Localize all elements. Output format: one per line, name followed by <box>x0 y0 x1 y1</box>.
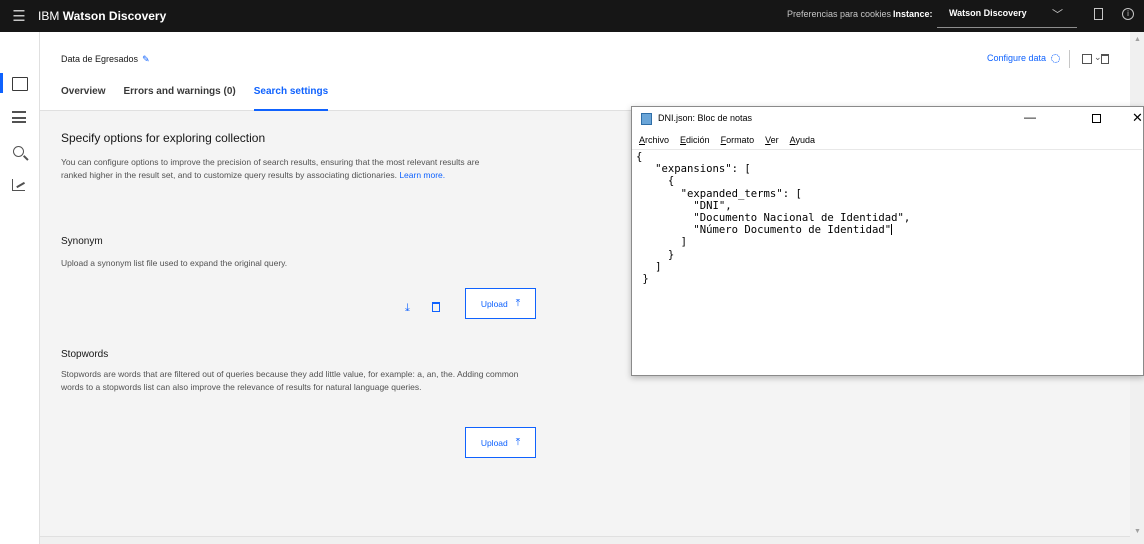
instance-select[interactable]: Watson Discovery ﹀ <box>937 4 1077 28</box>
notepad-title-bar[interactable]: DNI.json: Bloc de notas — ✕ <box>632 107 1144 131</box>
edit-pencil-icon[interactable]: ✎ <box>142 54 150 64</box>
json-text: { "expansions": [ { "expanded_terms": [ … <box>636 151 911 237</box>
info-icon[interactable]: i <box>1122 8 1134 20</box>
notepad-title: DNI.json: Bloc de notas <box>658 113 753 123</box>
gear-icon <box>1051 54 1061 64</box>
query-builder-icon[interactable] <box>12 111 26 123</box>
synonym-title: Synonym <box>61 236 103 247</box>
menu-edicion[interactable]: Edición <box>680 135 710 145</box>
brand-prefix: IBM <box>38 9 60 23</box>
scroll-up-icon[interactable]: ▲ <box>1134 36 1141 43</box>
trash-icon[interactable] <box>1101 54 1109 64</box>
divider <box>1069 50 1070 68</box>
cookie-preferences-link[interactable]: Preferencias para cookies <box>787 9 891 19</box>
synonym-description: Upload a synonym list file used to expan… <box>61 258 288 268</box>
search-icon[interactable] <box>13 146 24 157</box>
stopwords-title: Stopwords <box>61 349 109 360</box>
top-bar: ☰ IBM Watson Discovery Preferencias para… <box>0 0 1144 32</box>
menu-ayuda[interactable]: Ayuda <box>790 135 815 145</box>
notepad-content[interactable]: { "expansions": [ { "expanded_terms": [ … <box>636 151 910 285</box>
side-nav <box>0 32 40 544</box>
maximize-icon[interactable] <box>1092 114 1101 123</box>
text-cursor <box>891 224 893 236</box>
page-description: You can configure options to improve the… <box>61 156 481 182</box>
notepad-icon <box>641 113 652 125</box>
product-brand[interactable]: IBM Watson Discovery <box>38 9 166 23</box>
notepad-text-area[interactable]: { "expansions": [ { "expanded_terms": [ … <box>632 149 1142 375</box>
hamburger-menu-icon[interactable]: ☰ <box>0 7 38 25</box>
upload-icon: ⤒ <box>515 298 521 309</box>
menu-archivo[interactable]: Archivo <box>639 135 669 145</box>
instance-label: Instance: <box>893 9 933 19</box>
menu-formato[interactable]: Formato <box>721 135 755 145</box>
minimize-icon[interactable]: — <box>1024 110 1036 124</box>
collection-name-text: Data de Egresados <box>61 54 139 64</box>
scroll-down-icon[interactable]: ▼ <box>1134 528 1141 535</box>
stopwords-description: Stopwords are words that are filtered ou… <box>61 369 519 392</box>
configure-data-link[interactable]: Configure data <box>987 53 1061 64</box>
trash-icon[interactable] <box>432 302 440 312</box>
upload-icon: ⤒ <box>515 437 521 448</box>
menu-ver[interactable]: Ver <box>765 135 779 145</box>
active-indicator <box>0 73 3 93</box>
upload-label: Upload <box>480 298 508 309</box>
notepad-window[interactable]: DNI.json: Bloc de notas — ✕ Archivo Edic… <box>631 106 1144 376</box>
horizontal-scrollbar[interactable] <box>40 536 1130 544</box>
stopwords-upload-button[interactable]: Upload ⤒ <box>465 427 536 458</box>
collection-options-icon[interactable] <box>1082 54 1092 64</box>
tab-bar: Overview Errors and warnings (0) Search … <box>61 86 346 111</box>
close-icon[interactable]: ✕ <box>1132 110 1143 126</box>
upload-label: Upload <box>480 437 508 448</box>
tab-search-settings[interactable]: Search settings <box>253 86 329 111</box>
notepad-menu-bar: Archivo Edición Formato Ver Ayuda <box>632 131 1144 149</box>
chart-icon[interactable] <box>12 179 25 191</box>
brand-name: Watson Discovery <box>62 9 167 23</box>
json-text-tail: ] } ] } <box>642 236 688 286</box>
collection-name: Data de Egresados ✎ <box>61 54 150 65</box>
page-title: Specify options for exploring collection <box>61 131 266 145</box>
configure-data-label: Configure data <box>987 53 1047 63</box>
instance-value: Watson Discovery <box>949 8 1027 18</box>
collection-header: Data de Egresados ✎ Overview Errors and w… <box>40 32 1130 111</box>
document-icon[interactable] <box>1094 8 1103 20</box>
tab-errors-and-warnings[interactable]: Errors and warnings (0) <box>123 86 235 111</box>
learn-more-link[interactable]: Learn more. <box>399 170 445 180</box>
download-icon[interactable]: ⤓ <box>405 302 410 315</box>
folder-icon[interactable] <box>12 77 28 91</box>
chevron-down-icon: ﹀ <box>1052 9 1063 21</box>
tab-overview[interactable]: Overview <box>61 86 105 111</box>
synonym-upload-button[interactable]: Upload ⤒ <box>465 288 536 319</box>
